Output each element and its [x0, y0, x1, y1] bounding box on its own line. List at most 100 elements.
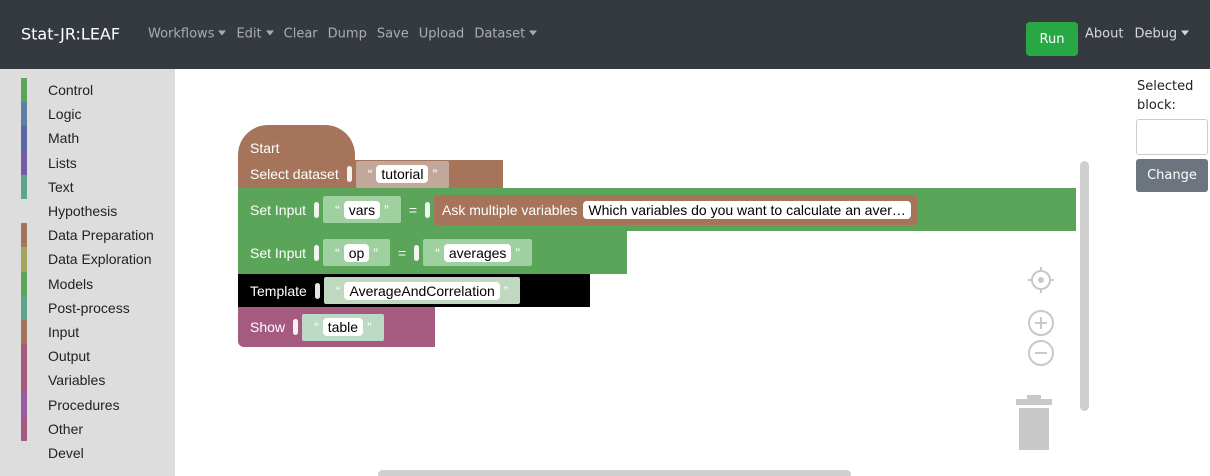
input-name-field[interactable]: vars [343, 200, 381, 219]
nav-dataset[interactable]: Dataset [474, 27, 538, 42]
template-field[interactable]: AverageAndCorrelation [344, 281, 500, 300]
category-color-bar [21, 174, 27, 199]
toolbox-category-control[interactable]: Control [0, 78, 175, 103]
toolbox-category-models[interactable]: Models [0, 271, 175, 296]
category-color-bar [21, 126, 27, 151]
equals-label: = [397, 244, 407, 261]
right-panel: Selected block: Change [1095, 69, 1210, 476]
input-connector [314, 282, 320, 299]
input-connector [293, 319, 299, 335]
toolbox-category-label: Output [48, 348, 91, 365]
toolbox-category-input[interactable]: Input [0, 319, 175, 345]
toolbox-category-output[interactable]: Output [0, 344, 175, 369]
zoom-out-icon[interactable] [1027, 339, 1055, 367]
nav-edit[interactable]: Edit [236, 27, 274, 42]
run-button[interactable]: Run [1026, 22, 1078, 56]
category-color-bar [21, 150, 27, 175]
toolbox-category-hypothesis[interactable]: Hypothesis [0, 199, 175, 223]
text-block[interactable]: “ vars ” [323, 196, 401, 223]
category-color-bar [21, 78, 27, 103]
text-block[interactable]: “ averages ” [423, 239, 533, 266]
set-input-label: Set Input [250, 201, 307, 218]
category-color-bar [21, 319, 27, 345]
ask-label: Ask multiple variables [442, 201, 578, 218]
start-block-label: Start [250, 139, 280, 156]
vertical-scrollbar[interactable] [1080, 161, 1089, 411]
crosshair-icon[interactable] [1026, 265, 1056, 295]
toolbox-category-label: Devel [48, 444, 84, 461]
toolbox-category-label: Procedures [48, 396, 120, 413]
caret-down-icon [218, 30, 227, 36]
toolbox-category-data-preparation[interactable]: Data Preparation [0, 223, 175, 248]
zoom-in-icon[interactable] [1027, 309, 1055, 337]
nav-workflows[interactable]: Workflows [148, 27, 227, 42]
selected-block-label: Selected block: [1137, 79, 1194, 113]
category-color-bar [21, 295, 27, 320]
nav-save[interactable]: Save [377, 27, 409, 42]
toolbox-category-label: Data Preparation [48, 227, 154, 244]
category-color-bar [21, 416, 27, 441]
caret-down-icon [1181, 30, 1190, 36]
text-block[interactable]: “ table ” [302, 313, 384, 341]
trash-icon[interactable] [1014, 395, 1056, 451]
toolbox-category-post-process[interactable]: Post-process [0, 295, 175, 320]
category-color-bar [21, 102, 27, 127]
brand-title[interactable]: Stat-JR:LEAF [21, 25, 120, 44]
toolbox-category-logic[interactable]: Logic [0, 102, 175, 127]
show-block[interactable]: Show “ table ” [238, 307, 435, 347]
nav-clear[interactable]: Clear [284, 27, 318, 42]
toolbox-category-label: Variables [48, 372, 106, 389]
horizontal-scrollbar[interactable] [378, 470, 851, 476]
toolbox-category-procedures[interactable]: Procedures [0, 392, 175, 417]
category-color-bar [21, 247, 27, 272]
toolbox-category-label: Lists [48, 154, 77, 171]
text-block[interactable]: “ AverageAndCorrelation ” [323, 277, 521, 304]
set-input-block[interactable]: Set Input “ vars ” = Ask multiple variab… [238, 188, 1076, 231]
toolbox: Control Logic Math Lists Text Hypothesis Data … [0, 69, 175, 476]
input-connector [425, 201, 431, 218]
category-color-bar [21, 223, 27, 248]
toolbox-category-lists[interactable]: Lists [0, 150, 175, 175]
toolbox-category-data-exploration[interactable]: Data Exploration [0, 247, 175, 272]
nav-dump[interactable]: Dump [328, 27, 367, 42]
input-name-field[interactable]: op [343, 243, 370, 262]
toolbox-category-label: Hypothesis [48, 203, 118, 220]
text-block[interactable]: “ op ” [323, 239, 390, 266]
template-block[interactable]: Template “ AverageAndCorrelation ” [238, 274, 590, 307]
blockly-workspace[interactable]: Start Select dataset “ tutorial ” Set In… [175, 69, 1095, 476]
toolbox-category-label: Models [48, 275, 94, 292]
text-block[interactable]: “ tutorial ” [355, 160, 450, 188]
select-dataset-block[interactable]: Select dataset “ tutorial ” [238, 160, 503, 188]
toolbox-category-label: Math [48, 130, 80, 147]
toolbox-category-label: Control [48, 82, 94, 99]
input-value-field[interactable]: averages [443, 243, 512, 262]
nav-about[interactable]: About [1085, 27, 1123, 42]
input-connector [314, 244, 320, 261]
toolbox-category-devel[interactable]: Devel [0, 441, 175, 465]
toolbox-category-text[interactable]: Text [0, 174, 175, 199]
change-button[interactable]: Change [1136, 159, 1208, 192]
toolbox-category-label: Logic [48, 106, 82, 123]
equals-label: = [408, 201, 418, 218]
nav-debug[interactable]: Debug [1134, 27, 1190, 42]
nav-upload[interactable]: Upload [419, 27, 465, 42]
selected-block-input[interactable] [1136, 119, 1208, 155]
ask-multiple-variables-block[interactable]: Ask multiple variables Which variables d… [434, 194, 917, 225]
toolbox-category-math[interactable]: Math [0, 126, 175, 151]
toolbox-category-other[interactable]: Other [0, 416, 175, 441]
ask-question-field[interactable]: Which variables do you want to calculate… [583, 200, 911, 219]
show-field[interactable]: table [322, 318, 364, 336]
nav-menu: Workflows Edit Clear Dump Save Upload Da… [148, 27, 538, 42]
set-input-block[interactable]: Set Input “ op ” = “ averages ” [238, 231, 627, 274]
toolbox-category-label: Other [48, 420, 84, 437]
toolbox-category-label: Text [48, 178, 74, 195]
show-label: Show [250, 319, 286, 335]
select-dataset-label: Select dataset [250, 166, 339, 182]
template-label: Template [250, 282, 307, 299]
toolbox-category-variables[interactable]: Variables [0, 368, 175, 393]
dataset-field[interactable]: tutorial [376, 165, 429, 183]
set-input-label: Set Input [250, 244, 307, 261]
start-block[interactable]: Start [238, 125, 355, 160]
nav-right: About Debug [1085, 27, 1190, 42]
navbar: Stat-JR:LEAF Workflows Edit Clear Dump S… [0, 0, 1210, 69]
